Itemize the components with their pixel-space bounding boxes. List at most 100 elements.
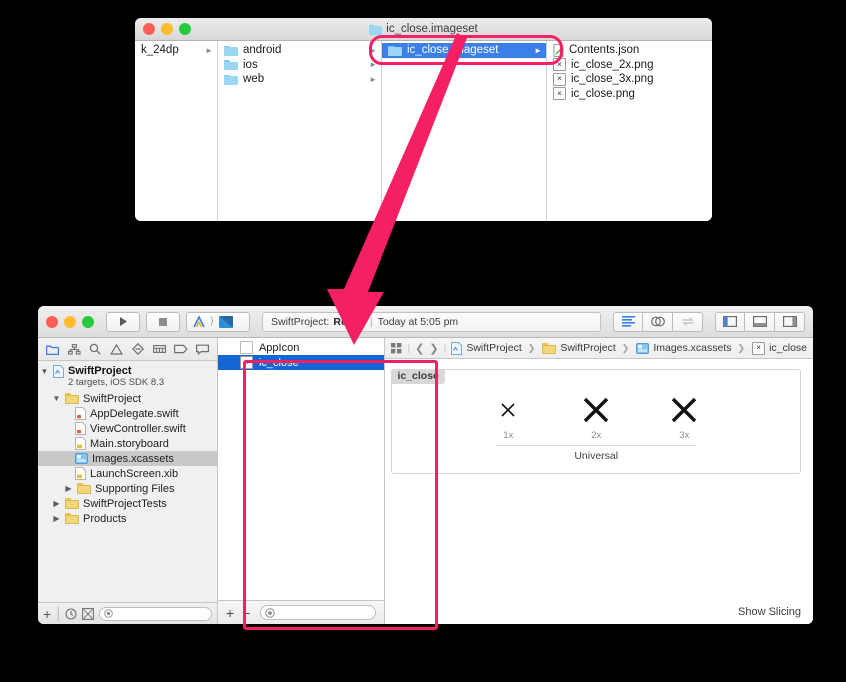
tree-item-label: AppDelegate.swift	[90, 407, 179, 420]
folder-icon	[224, 45, 238, 56]
play-icon	[119, 317, 127, 326]
status-state: Ready	[333, 315, 365, 328]
navigator-tree[interactable]: SwiftProject 2 targets, iOS SDK 8.3 Swif…	[38, 361, 217, 602]
report-navigator-tab[interactable]	[194, 342, 210, 356]
list-item[interactable]: Contents.json	[547, 43, 712, 58]
xcode-body: SwiftProject 2 targets, iOS SDK 8.3 Swif…	[38, 338, 813, 624]
xcode-toolbar: ⟩ SwiftProject: Ready | Today at 5:05 pm	[38, 306, 813, 338]
editor-mode-buttons	[613, 311, 703, 332]
breadcrumb-item-group[interactable]: SwiftProject ❯	[542, 342, 631, 354]
disclosure-triangle[interactable]	[52, 496, 61, 511]
back-button[interactable]: ❮	[415, 342, 424, 355]
forward-button[interactable]: ❯	[429, 342, 438, 355]
asset-item-appicon[interactable]: AppIcon	[218, 340, 384, 355]
test-diamond-icon	[132, 343, 145, 355]
slot-3x[interactable]: 3x	[655, 392, 713, 441]
tree-item-label: ViewController.swift	[90, 422, 186, 435]
toggle-utilities-button[interactable]	[775, 311, 805, 332]
plus-icon[interactable]: +	[43, 607, 51, 621]
find-navigator-tab[interactable]	[87, 342, 103, 356]
tree-item-products[interactable]: Products	[38, 511, 217, 526]
folder-icon	[388, 45, 402, 56]
disclosure-triangle[interactable]	[64, 481, 73, 496]
list-item[interactable]: ios ►	[218, 58, 381, 73]
xcode-app-icon	[193, 314, 205, 327]
finder-window-title: ic_close.imageset	[135, 23, 712, 35]
finder-column-3[interactable]: Contents.json × ic_close_2x.png × ic_clo…	[547, 41, 712, 221]
tree-item-supporting-files[interactable]: Supporting Files	[38, 481, 217, 496]
remove-asset-button[interactable]: −	[242, 606, 250, 620]
standard-editor-button[interactable]	[613, 311, 643, 332]
finder-item-ic-close-imageset[interactable]: ic_close.imageset ►	[382, 43, 546, 58]
slot-2x[interactable]: 2x	[567, 392, 625, 441]
breadcrumb-item-asset[interactable]: × ic_close	[752, 341, 807, 355]
breadcrumb-label: SwiftProject	[466, 342, 522, 354]
close-button[interactable]	[46, 315, 58, 328]
list-item[interactable]: × ic_close_3x.png	[547, 72, 712, 87]
standard-editor-icon	[621, 316, 635, 327]
stop-button[interactable]	[146, 311, 180, 332]
debug-navigator-tab[interactable]	[151, 342, 167, 356]
finder-column-2[interactable]: ic_close.imageset ►	[382, 41, 547, 221]
source-control-filter-icon[interactable]	[82, 607, 95, 620]
tree-item-swiftprojecttests[interactable]: SwiftProjectTests	[38, 496, 217, 511]
idiom-section: Universal	[392, 445, 800, 462]
finder-item-label: Contents.json	[569, 44, 640, 57]
finder-column-1[interactable]: android ► ios ► web ►	[218, 41, 382, 221]
test-navigator-tab[interactable]	[130, 342, 146, 356]
clock-icon[interactable]	[65, 607, 77, 620]
tree-item-images-xcassets[interactable]: Images.xcassets	[38, 451, 217, 466]
scheme-selector[interactable]: ⟩	[186, 311, 250, 332]
tree-item-appdelegate[interactable]: AppDelegate.swift	[38, 406, 217, 421]
breadcrumb-item-project[interactable]: SwiftProject ❯	[451, 341, 537, 355]
disclosure-triangle[interactable]	[52, 511, 61, 526]
toggle-navigator-button[interactable]	[715, 311, 745, 332]
related-items-icon[interactable]	[391, 342, 402, 354]
image-set-name: ic_close	[391, 369, 445, 384]
tree-item-project[interactable]: SwiftProject 2 targets, iOS SDK 8.3	[38, 364, 217, 391]
tree-item-label: LaunchScreen.xib	[90, 467, 179, 480]
list-item[interactable]: × ic_close_2x.png	[547, 58, 712, 73]
assistant-editor-button[interactable]	[643, 311, 673, 332]
list-item[interactable]: web ►	[218, 72, 381, 87]
asset-editor: | ❮ ❯ | SwiftProject ❯ SwiftProject ❯ Im…	[385, 338, 813, 624]
minimize-button[interactable]	[64, 315, 76, 328]
disclosure-triangle[interactable]	[40, 365, 49, 378]
folder-icon	[369, 24, 383, 35]
slot-1x[interactable]: 1x	[479, 392, 537, 441]
toggle-debug-button[interactable]	[745, 311, 775, 332]
slot-preview	[567, 392, 625, 428]
storyboard-icon	[75, 437, 86, 450]
issue-navigator-tab[interactable]	[109, 342, 125, 356]
zoom-button[interactable]	[82, 315, 94, 328]
show-slicing-button[interactable]: Show Slicing	[738, 606, 801, 618]
finder-column-0[interactable]: k_24dp ►	[135, 41, 218, 221]
source-control-navigator-tab[interactable]	[66, 342, 82, 356]
breadcrumb-item-xcassets[interactable]: Images.xcassets ❯	[636, 342, 747, 354]
navigator-filter-field[interactable]	[99, 606, 212, 621]
asset-filter-field[interactable]	[260, 605, 377, 620]
list-item[interactable]: k_24dp ►	[135, 43, 217, 58]
tree-item-main-storyboard[interactable]: Main.storyboard	[38, 436, 217, 451]
run-button[interactable]	[106, 311, 140, 332]
add-asset-button[interactable]: +	[226, 606, 234, 620]
version-editor-button[interactable]	[673, 311, 703, 332]
navigator-footer: + |	[38, 602, 217, 624]
chevron-right-icon: ►	[369, 60, 377, 70]
json-file-icon	[553, 43, 564, 57]
list-item[interactable]: android ►	[218, 43, 381, 58]
tree-item-swiftproject-group[interactable]: SwiftProject	[38, 391, 217, 406]
disclosure-triangle[interactable]	[52, 391, 61, 406]
tree-item-viewcontroller[interactable]: ViewController.swift	[38, 421, 217, 436]
project-navigator-tab[interactable]	[45, 342, 61, 356]
window-controls[interactable]	[46, 315, 94, 328]
asset-item-ic-close[interactable]: × ic_close	[217, 355, 385, 370]
asset-item-label: AppIcon	[258, 341, 300, 354]
list-item[interactable]: × ic_close.png	[547, 87, 712, 102]
breakpoint-navigator-tab[interactable]	[173, 342, 189, 356]
filter-lens-icon	[265, 607, 276, 618]
finder-window: ic_close.imageset k_24dp ► android ► ios…	[135, 18, 712, 221]
warning-triangle-icon	[110, 343, 124, 355]
asset-list[interactable]: AppIcon × ic_close	[217, 338, 385, 600]
tree-item-launchscreen-xib[interactable]: LaunchScreen.xib	[38, 466, 217, 481]
